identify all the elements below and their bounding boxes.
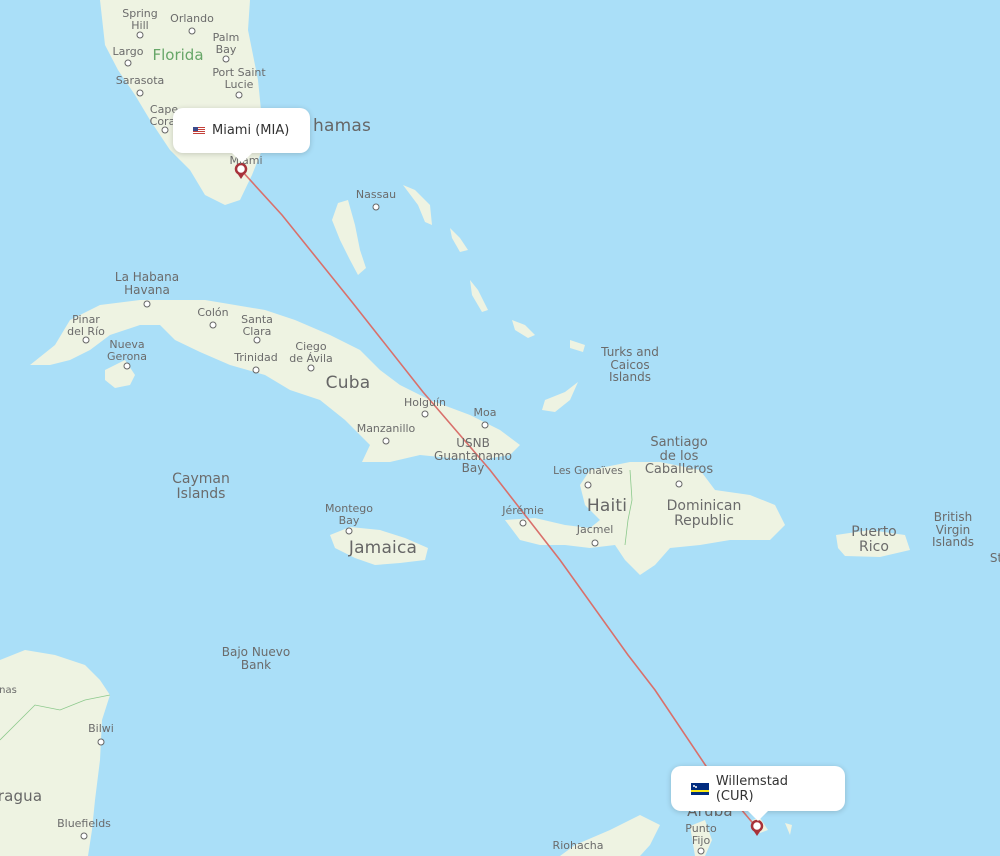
label-cuba: Cuba <box>325 373 371 393</box>
label-nicaragua: ragua <box>0 787 43 805</box>
city-dot <box>584 481 592 489</box>
city-dot <box>591 539 599 547</box>
city-label: Nassau <box>355 188 397 201</box>
label-puerto-rico: Puerto Rico <box>851 524 897 555</box>
city-label: Jérémie <box>502 504 544 517</box>
city-dot <box>697 847 705 855</box>
city-dot <box>136 89 144 97</box>
city-dot <box>372 203 380 211</box>
city-label: Holguín <box>403 396 447 409</box>
city-dot <box>519 519 527 527</box>
city-label: Santiago de los Caballeros <box>644 435 714 478</box>
destination-airport-label: Willemstad (CUR) <box>715 773 789 804</box>
curacao-flag-icon <box>691 782 709 795</box>
city-dot <box>235 91 243 99</box>
city-dot <box>222 55 230 63</box>
label-usnb-guantanamo: USNB Guantanamo Bay <box>434 436 512 476</box>
label-cayman-islands: Cayman Islands <box>172 471 230 502</box>
label-honduras-partial: nas <box>0 685 17 696</box>
city-label: Santa Clara <box>241 313 273 338</box>
city-label: Moa <box>473 406 497 419</box>
city-dot <box>123 362 131 370</box>
city-label: Manzanillo <box>356 422 416 435</box>
city-label: Sarasota <box>115 74 165 87</box>
city-dot <box>345 527 353 535</box>
city-label: Nueva Gerona <box>106 338 148 363</box>
city-label: Orlando <box>170 12 214 25</box>
city-dot <box>252 366 260 374</box>
city-label: Port Saint Lucie <box>212 66 266 91</box>
label-british-virgin-islands: British Virgin Islands <box>932 510 974 550</box>
city-label: Jacmel <box>576 523 614 536</box>
city-dot <box>421 410 429 418</box>
city-label: Bilwi <box>88 722 114 735</box>
city-dot <box>209 321 217 329</box>
city-dot <box>382 437 390 445</box>
label-turks-caicos: Turks and Caicos Islands <box>601 345 659 385</box>
city-dot <box>253 336 261 344</box>
city-dot <box>481 421 489 429</box>
label-bajo-nuevo-bank: Bajo Nuevo Bank <box>221 645 291 672</box>
label-st-partial: St <box>989 551 1000 565</box>
label-dominican-republic: Dominican Republic <box>666 498 742 529</box>
label-haiti: Haiti <box>586 496 628 516</box>
city-label: Palm Bay <box>212 31 240 56</box>
destination-airport-popup[interactable]: Willemstad (CUR) <box>671 766 845 821</box>
city-dot <box>188 27 196 35</box>
city-label: La Habana Havana <box>114 270 180 297</box>
water <box>0 0 1000 856</box>
origin-airport-label: Miami (MIA) <box>212 123 290 138</box>
city-label: Largo <box>112 45 144 58</box>
city-label: Les Gonaïves <box>553 465 623 477</box>
city-dot <box>97 738 105 746</box>
city-dot <box>82 336 90 344</box>
origin-airport-popup[interactable]: Miami (MIA) <box>173 108 310 163</box>
city-label: Colón <box>197 306 229 319</box>
city-label: Ciego de Ávila <box>289 340 333 365</box>
city-dot <box>161 126 169 134</box>
label-bahamas: hamas <box>312 116 372 136</box>
city-dot <box>80 832 88 840</box>
label-florida: Florida <box>152 46 204 64</box>
city-label: Spring Hill <box>122 7 158 32</box>
city-label: Riohacha <box>552 839 604 852</box>
label-jamaica: Jamaica <box>348 538 418 558</box>
city-label: Montego Bay <box>325 502 373 527</box>
city-label: Punto Fijo <box>685 822 717 847</box>
city-dot <box>675 480 683 488</box>
city-label: Trinidad <box>234 351 278 364</box>
city-label: Pinar del Río <box>67 313 105 338</box>
city-dot <box>124 59 132 67</box>
city-label: Bluefields <box>57 817 111 830</box>
map-canvas[interactable] <box>0 0 1000 856</box>
city-dot <box>307 364 315 372</box>
city-dot <box>143 300 151 308</box>
city-dot <box>136 31 144 39</box>
us-flag-icon <box>193 126 205 135</box>
